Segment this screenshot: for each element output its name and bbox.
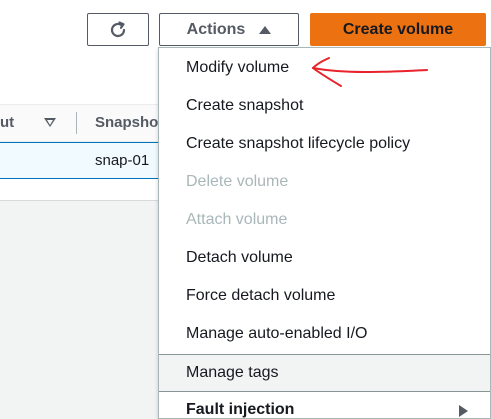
menu-item-label: Force detach volume [186, 287, 336, 304]
create-volume-button[interactable]: Create volume [310, 13, 486, 46]
menu-item-force-detach-volume[interactable]: Force detach volume [159, 277, 490, 315]
menu-item-attach-volume: Attach volume [159, 201, 490, 239]
column-header-ut[interactable]: ut [0, 114, 14, 131]
menu-item-label: Create snapshot lifecycle policy [186, 135, 411, 152]
refresh-button[interactable] [87, 13, 149, 46]
menu-item-label: Delete volume [186, 173, 289, 190]
snapshot-cell: snap-01 [95, 152, 150, 169]
sort-down-icon[interactable] [44, 118, 56, 127]
refresh-icon [110, 20, 126, 37]
menu-item-label: Manage tags [186, 364, 279, 381]
menu-item-fault-injection[interactable]: Fault injection [159, 391, 490, 418]
column-divider[interactable] [76, 112, 77, 134]
caret-up-icon [259, 25, 272, 34]
menu-item-delete-volume: Delete volume [159, 163, 490, 201]
menu-item-label: Fault injection [186, 401, 295, 418]
menu-item-label: Detach volume [186, 249, 293, 266]
menu-item-create-snapshot[interactable]: Create snapshot [159, 87, 490, 125]
actions-dropdown-button[interactable]: Actions [159, 13, 299, 46]
column-header-snapshot[interactable]: Snapshot [95, 114, 163, 131]
create-volume-label: Create volume [342, 20, 454, 38]
actions-label: Actions [186, 20, 246, 38]
menu-item-label: Attach volume [186, 211, 288, 228]
menu-item-manage-auto-enabled-io[interactable]: Manage auto-enabled I/O [159, 315, 490, 353]
menu-item-label: Modify volume [186, 59, 290, 76]
menu-item-label: Create snapshot [186, 97, 304, 114]
actions-menu: Modify volume Create snapshot Create sna… [158, 47, 491, 419]
chevron-right-icon [459, 405, 468, 417]
red-arrow-annotation [312, 57, 428, 87]
menu-item-manage-tags[interactable]: Manage tags [159, 354, 490, 392]
menu-item-detach-volume[interactable]: Detach volume [159, 239, 490, 277]
volumes-page: Actions Create volume ut Snapshot snap-0… [0, 0, 491, 419]
menu-item-create-snapshot-lifecycle-policy[interactable]: Create snapshot lifecycle policy [159, 125, 490, 163]
menu-item-label: Manage auto-enabled I/O [186, 325, 368, 342]
